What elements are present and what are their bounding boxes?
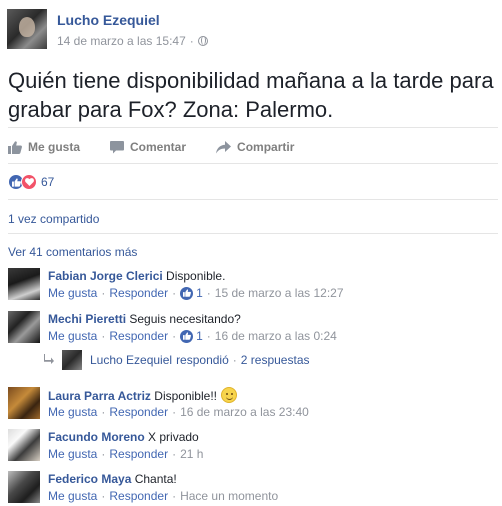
comment-timestamp[interactable]: 16 de marzo a las 0:24 xyxy=(215,329,337,343)
comment-text: Seguis necesitando? xyxy=(129,312,241,326)
comment-timestamp[interactable]: 15 de marzo a las 12:27 xyxy=(215,286,344,300)
divider xyxy=(8,233,498,234)
like-reaction-icon xyxy=(180,286,194,300)
comment-like-button[interactable]: Me gusta xyxy=(48,329,97,343)
commenter-avatar[interactable] xyxy=(8,387,40,419)
post-text: Quién tiene disponibilidad mañana a la t… xyxy=(8,68,494,122)
comment-body: Facundo Moreno X privado xyxy=(48,429,199,445)
love-reaction-icon xyxy=(21,174,37,190)
reply-author: Lucho Ezequiel xyxy=(90,353,173,367)
divider xyxy=(8,127,498,128)
view-more-comments-link[interactable]: Ver 41 comentarios más xyxy=(8,245,137,259)
commenter-name[interactable]: Fabian Jorge Clerici xyxy=(48,269,163,283)
like-button[interactable]: Me gusta xyxy=(8,140,80,154)
share-button[interactable]: Compartir xyxy=(216,140,294,154)
facebook-post: Lucho Ezequiel 14 de marzo a las 15:47 ·… xyxy=(0,0,502,506)
comment-reply-button[interactable]: Responder xyxy=(109,329,168,343)
separator: · xyxy=(101,489,106,503)
separator: · xyxy=(101,286,106,300)
commenter-name[interactable]: Laura Parra Actriz xyxy=(48,389,151,403)
comment-like-count[interactable]: 1 xyxy=(196,286,203,300)
post-author[interactable]: Lucho Ezequiel xyxy=(57,12,160,28)
comment-body: Fabian Jorge Clerici Disponible. xyxy=(48,268,225,284)
comment-footer: Me gusta · Responder · 1 · 15 de marzo a… xyxy=(48,286,344,300)
post-timestamp[interactable]: 14 de marzo a las 15:47 xyxy=(57,34,186,48)
divider xyxy=(8,163,498,164)
commenter-avatar[interactable] xyxy=(8,311,40,343)
post-meta: 14 de marzo a las 15:47 · xyxy=(57,34,208,48)
separator: · xyxy=(172,489,177,503)
comment-icon xyxy=(110,140,125,153)
thumbs-up-icon xyxy=(8,140,22,154)
commenter-avatar[interactable] xyxy=(8,471,40,503)
comment-text: Chanta! xyxy=(134,472,177,486)
comment-like-button[interactable]: Me gusta xyxy=(48,447,97,461)
comment-like-button[interactable]: Me gusta xyxy=(48,489,97,503)
comment-reply-button[interactable]: Responder xyxy=(109,489,168,503)
separator: · xyxy=(101,447,106,461)
separator: · xyxy=(172,447,177,461)
separator: · xyxy=(172,286,177,300)
separator: · xyxy=(101,329,106,343)
author-avatar[interactable] xyxy=(7,9,47,49)
comment-footer: Me gusta · Responder · 16 de marzo a las… xyxy=(48,405,309,419)
reply-thread-link[interactable]: Lucho Ezequiel respondió · 2 respuestas xyxy=(44,350,310,370)
comment-like-button[interactable]: Me gusta xyxy=(48,405,97,419)
commenter-avatar[interactable] xyxy=(8,429,40,461)
comment-body: Federico Maya Chanta! xyxy=(48,471,177,487)
meta-separator: · xyxy=(189,34,194,48)
commenter-name[interactable]: Mechi Pieretti xyxy=(48,312,126,326)
comment-reply-button[interactable]: Responder xyxy=(109,286,168,300)
comment-button[interactable]: Comentar xyxy=(110,140,186,154)
comment-timestamp[interactable]: 21 h xyxy=(180,447,203,461)
reply-arrow-icon xyxy=(44,353,54,367)
reply-count: 2 respuestas xyxy=(240,353,310,367)
smiley-emoji-icon xyxy=(220,387,237,403)
comment-like-count[interactable]: 1 xyxy=(196,329,203,343)
shares-link[interactable]: 1 vez compartido xyxy=(8,212,99,226)
reactions-summary[interactable]: 67 xyxy=(8,174,54,190)
share-arrow-icon xyxy=(216,140,232,153)
comment-footer: Me gusta · Responder · Hace un momento xyxy=(48,489,278,503)
comment-reply-button[interactable]: Responder xyxy=(109,447,168,461)
comment-text: X privado xyxy=(148,430,199,444)
comment-body: Laura Parra Actriz Disponible!! xyxy=(48,387,237,404)
comment-text: Disponible!! xyxy=(154,389,217,403)
comment-timestamp[interactable]: 16 de marzo a las 23:40 xyxy=(180,405,309,419)
share-label: Compartir xyxy=(237,140,295,154)
separator: · xyxy=(232,353,237,367)
commenter-name[interactable]: Federico Maya xyxy=(48,472,131,486)
reply-author-avatar xyxy=(62,350,82,370)
commenter-name[interactable]: Facundo Moreno xyxy=(48,430,145,444)
like-reaction-icon xyxy=(180,329,194,343)
comment-label: Comentar xyxy=(130,140,187,154)
action-bar: Me gusta Comentar Compartir xyxy=(8,134,324,160)
like-label: Me gusta xyxy=(28,140,81,154)
comment-timestamp[interactable]: Hace un momento xyxy=(180,489,278,503)
commenter-avatar[interactable] xyxy=(8,268,40,300)
separator: · xyxy=(206,329,211,343)
comment-reply-button[interactable]: Responder xyxy=(109,405,168,419)
separator: · xyxy=(101,405,106,419)
comment-like-button[interactable]: Me gusta xyxy=(48,286,97,300)
separator: · xyxy=(206,286,211,300)
separator: · xyxy=(172,329,177,343)
comment-text: Disponible. xyxy=(166,269,226,283)
comment-body: Mechi Pieretti Seguis necesitando? xyxy=(48,311,241,327)
comment-footer: Me gusta · Responder · 1 · 16 de marzo a… xyxy=(48,329,337,343)
reaction-count: 67 xyxy=(41,175,55,189)
divider xyxy=(8,199,498,200)
globe-icon xyxy=(197,36,208,46)
reply-verb: respondió xyxy=(176,353,229,367)
separator: · xyxy=(172,405,177,419)
comment-footer: Me gusta · Responder · 21 h xyxy=(48,447,203,461)
